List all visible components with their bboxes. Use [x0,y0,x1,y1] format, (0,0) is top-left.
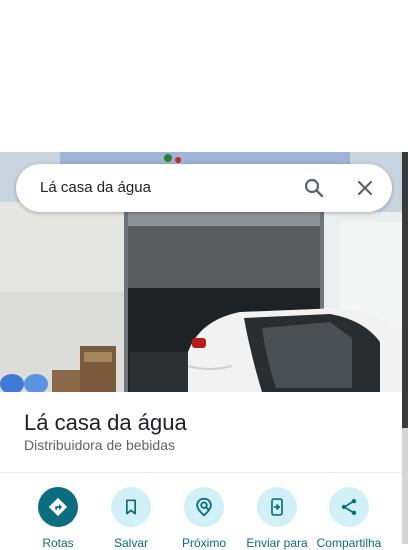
save-label: Salvar [113,536,148,550]
send-to-phone-label: Enviar para [246,536,308,550]
nearby-button[interactable]: Próximo [164,487,244,550]
divider [0,472,402,473]
send-to-phone-icon[interactable] [257,487,297,527]
directions-label: Rotas [42,536,74,550]
bookmark-icon[interactable] [111,487,151,527]
place-title: Lá casa da água [24,410,187,435]
place-category[interactable]: Distribuidora de bebidas [24,437,175,453]
search-query[interactable]: Lá casa da água [40,179,151,196]
send-to-phone-button[interactable]: Enviar para [237,487,317,550]
nearby-label: Próximo [181,536,226,550]
share-label: Compartilha [316,536,382,550]
share-icon[interactable] [329,487,369,527]
search-icon[interactable] [302,176,326,200]
share-button[interactable]: Compartilha [309,487,389,550]
close-icon[interactable] [353,176,377,200]
directions-icon[interactable] [38,487,78,527]
search-bar[interactable]: Lá casa da água [16,164,392,212]
directions-button[interactable]: Rotas [18,487,98,550]
nearby-icon[interactable] [184,487,224,527]
save-button[interactable]: Salvar [91,487,171,550]
blank-top-area [0,0,408,152]
scroll-thumb[interactable] [402,152,408,428]
